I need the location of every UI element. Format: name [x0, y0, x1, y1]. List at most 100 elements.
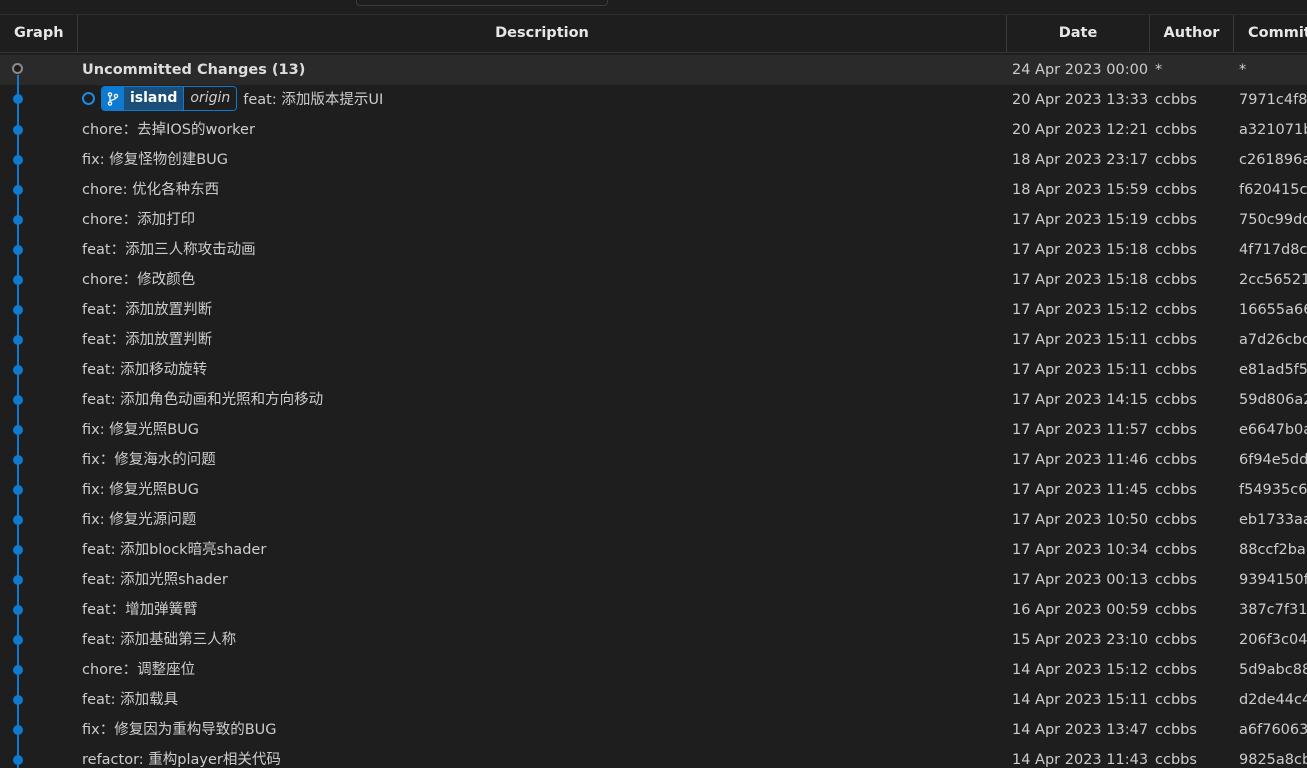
commit-node	[13, 185, 23, 195]
row-description: feat: 添加block暗亮shader	[82, 542, 267, 558]
commit-node	[13, 665, 23, 675]
row-author: ccbbs	[1155, 212, 1197, 228]
commit-row[interactable]: feat：添加放置判断 17 Apr 2023 15:11 ccbbs a7d26cb…	[0, 325, 1307, 355]
commit-node	[13, 515, 23, 525]
commit-row[interactable]: chore：添加打印 17 Apr 2023 15:19 ccbbs 750c99dd	[0, 205, 1307, 235]
commit-node	[13, 485, 23, 495]
row-description: feat: 添加基础第三人称	[82, 632, 237, 648]
commit-node	[13, 695, 23, 705]
column-header-commit[interactable]: Commit	[1234, 15, 1307, 52]
commit-row[interactable]: fix: 修复光照BUG 17 Apr 2023 11:45 ccbbs f54935…	[0, 475, 1307, 505]
row-commit-hash: d2de44c4	[1239, 692, 1307, 708]
row-date: 17 Apr 2023 14:15	[1012, 392, 1149, 408]
commit-row[interactable]: chore：去掉IOS的worker 20 Apr 2023 12:21 ccbbs…	[0, 115, 1307, 145]
row-author: ccbbs	[1155, 242, 1197, 258]
uncommitted-changes-row[interactable]: Uncommitted Changes (13) 24 Apr 2023 00:…	[0, 55, 1307, 85]
toolbar-input-edge[interactable]	[356, 0, 608, 6]
row-commit-hash: a321071b	[1239, 122, 1307, 138]
row-commit-hash: 88ccf2ba	[1239, 542, 1306, 558]
row-description: chore: 优化各种东西	[82, 182, 220, 198]
row-date: 17 Apr 2023 00:13	[1012, 572, 1149, 588]
git-branch-icon	[102, 87, 124, 110]
row-commit-hash: e81ad5f5	[1239, 362, 1307, 378]
row-commit-hash: 7971c4f8	[1239, 92, 1307, 108]
row-description: fix: 修复怪物创建BUG	[82, 152, 229, 168]
row-date: 20 Apr 2023 12:21	[1012, 122, 1149, 138]
row-description: feat：增加弹簧臂	[82, 602, 198, 618]
row-date: 17 Apr 2023 10:50	[1012, 512, 1149, 528]
commit-row[interactable]: feat：增加弹簧臂 16 Apr 2023 00:59 ccbbs 387c7f31	[0, 595, 1307, 625]
row-author: ccbbs	[1155, 542, 1197, 558]
commit-node	[13, 635, 23, 645]
commit-row[interactable]: refactor: 重构player相关代码 14 Apr 2023 11:43 c…	[0, 745, 1307, 768]
row-description: feat: 添加角色动画和光照和方向移动	[82, 392, 324, 408]
column-header-graph[interactable]: Graph	[0, 15, 78, 52]
row-author: ccbbs	[1155, 722, 1197, 738]
row-commit-hash: 5d9abc88	[1239, 662, 1307, 678]
column-header-date[interactable]: Date	[1007, 15, 1150, 52]
row-author: ccbbs	[1155, 662, 1197, 678]
row-commit-hash: 2cc56521	[1239, 272, 1307, 288]
row-description: fix：修复海水的问题	[82, 452, 216, 468]
row-description: fix: 修复光照BUG	[82, 482, 200, 498]
row-date: 15 Apr 2023 23:10	[1012, 632, 1149, 648]
row-date: 17 Apr 2023 15:18	[1012, 272, 1149, 288]
commit-row[interactable]: feat: 添加移动旋转 17 Apr 2023 15:11 ccbbs e81ad5…	[0, 355, 1307, 385]
commit-row[interactable]: feat: 添加载具 14 Apr 2023 15:11 ccbbs d2de44c4	[0, 685, 1307, 715]
commit-row[interactable]: fix：修复海水的问题 17 Apr 2023 11:46 ccbbs 6f94e5d…	[0, 445, 1307, 475]
row-commit-hash: c261896a	[1239, 152, 1307, 168]
column-header-author[interactable]: Author	[1150, 15, 1234, 52]
table-header: Graph Description Date Author Commit	[0, 15, 1307, 53]
commit-node	[13, 755, 23, 765]
commit-row[interactable]: fix: 修复怪物创建BUG 18 Apr 2023 23:17 ccbbs c261…	[0, 145, 1307, 175]
row-author: ccbbs	[1155, 332, 1197, 348]
branch-label[interactable]: island origin	[101, 86, 238, 111]
row-commit-hash: a6f76063	[1239, 722, 1307, 738]
row-author: ccbbs	[1155, 572, 1197, 588]
row-author: ccbbs	[1155, 272, 1197, 288]
row-date: 17 Apr 2023 15:11	[1012, 332, 1149, 348]
row-commit-hash: eb1733aa	[1239, 512, 1307, 528]
row-commit-hash: 4f717d8c	[1239, 242, 1307, 258]
commit-row[interactable]: feat: 添加基础第三人称 15 Apr 2023 23:10 ccbbs 206f…	[0, 625, 1307, 655]
commit-node	[13, 425, 23, 435]
head-commit-row[interactable]: island origin feat: 添加版本提示UI 20 Apr 2023 1…	[0, 85, 1307, 115]
commit-node	[13, 305, 23, 315]
column-header-description[interactable]: Description	[78, 15, 1007, 52]
commit-node	[13, 545, 23, 555]
row-commit-hash: f54935c6	[1239, 482, 1307, 498]
commit-row[interactable]: fix: 修复光源问题 17 Apr 2023 10:50 ccbbs eb1733a…	[0, 505, 1307, 535]
row-description: chore：去掉IOS的worker	[82, 122, 255, 138]
commit-row[interactable]: fix：修复因为重构导致的BUG 14 Apr 2023 13:47 ccbbs a6…	[0, 715, 1307, 745]
commit-row[interactable]: fix: 修复光照BUG 17 Apr 2023 11:57 ccbbs e6647b…	[0, 415, 1307, 445]
commit-row[interactable]: feat：添加放置判断 17 Apr 2023 15:12 ccbbs 16655a6…	[0, 295, 1307, 325]
row-date: 18 Apr 2023 23:17	[1012, 152, 1149, 168]
commit-row[interactable]: feat: 添加block暗亮shader 17 Apr 2023 10:34 cc…	[0, 535, 1307, 565]
row-author: *	[1155, 62, 1163, 78]
row-commit-hash: 206f3c04	[1239, 632, 1307, 648]
row-author: ccbbs	[1155, 122, 1197, 138]
row-commit-hash: a7d26cbc	[1239, 332, 1307, 348]
row-commit-hash: 16655a66	[1239, 302, 1307, 318]
commit-row[interactable]: chore：调整座位 14 Apr 2023 15:12 ccbbs 5d9abc88	[0, 655, 1307, 685]
row-description: fix：修复因为重构导致的BUG	[82, 722, 277, 738]
row-commit-hash: e6647b0a	[1239, 422, 1307, 438]
commit-row[interactable]: feat: 添加光照shader 17 Apr 2023 00:13 ccbbs 93…	[0, 565, 1307, 595]
row-description: chore：添加打印	[82, 212, 196, 228]
row-author: ccbbs	[1155, 752, 1197, 768]
commit-row[interactable]: chore：修改颜色 17 Apr 2023 15:18 ccbbs 2cc56521	[0, 265, 1307, 295]
commit-row[interactable]: chore: 优化各种东西 18 Apr 2023 15:59 ccbbs f6204…	[0, 175, 1307, 205]
row-date: 17 Apr 2023 10:34	[1012, 542, 1149, 558]
commit-node	[13, 125, 23, 135]
row-description: feat: 添加载具	[82, 692, 179, 708]
commit-node	[13, 575, 23, 585]
branch-remote: origin	[183, 87, 237, 110]
branch-name: island	[124, 87, 184, 110]
commit-row[interactable]: feat: 添加角色动画和光照和方向移动 17 Apr 2023 14:15 ccb…	[0, 385, 1307, 415]
row-commit-hash: 750c99dd	[1239, 212, 1307, 228]
row-author: ccbbs	[1155, 392, 1197, 408]
row-author: ccbbs	[1155, 632, 1197, 648]
row-date: 14 Apr 2023 11:43	[1012, 752, 1149, 768]
row-date: 14 Apr 2023 13:47	[1012, 722, 1149, 738]
commit-row[interactable]: feat：添加三人称攻击动画 17 Apr 2023 15:18 ccbbs 4f71…	[0, 235, 1307, 265]
